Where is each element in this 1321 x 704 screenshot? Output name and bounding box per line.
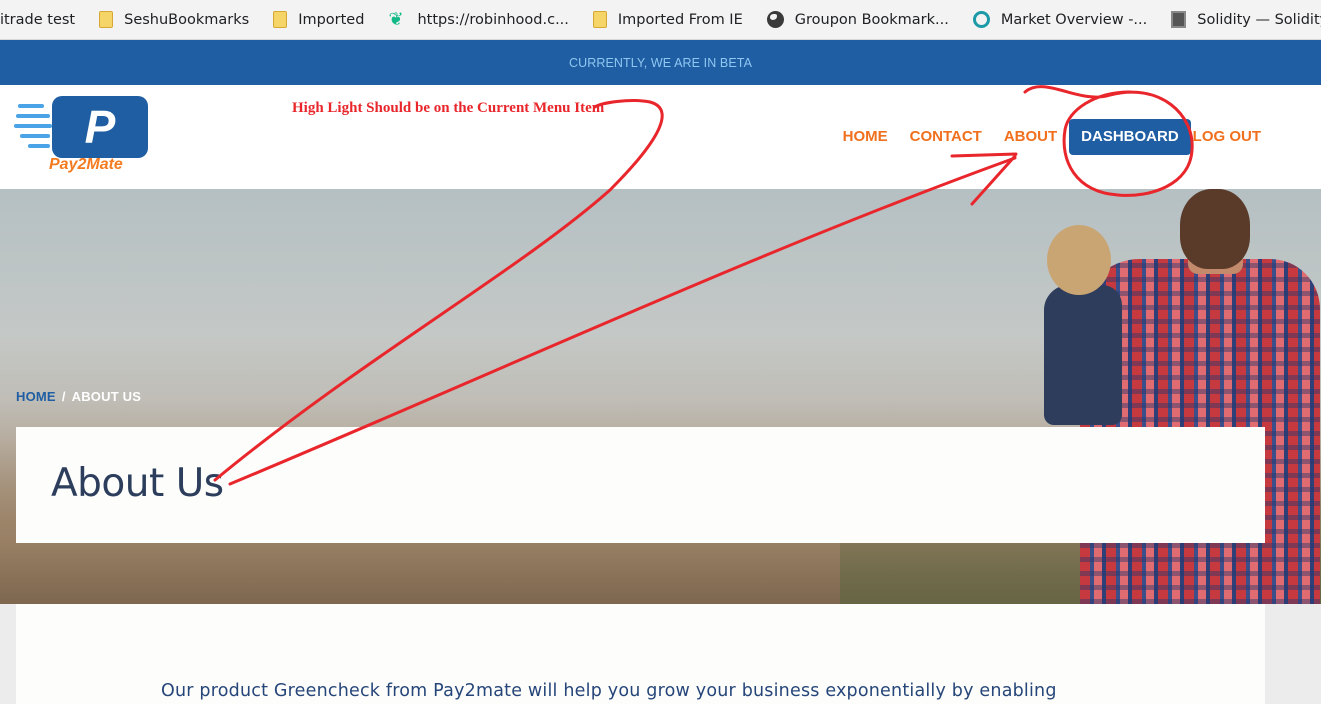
hero-person-head <box>1180 189 1250 269</box>
bookmark-item[interactable]: Market Overview -... <box>972 0 1148 39</box>
feather-icon: ❦ <box>388 8 404 30</box>
site-logo[interactable]: P Pay2Mate <box>14 94 154 180</box>
hero-banner: HOME / ABOUT US About Us <box>0 189 1321 604</box>
speed-line <box>18 104 44 108</box>
bookmark-item[interactable]: Solidity — Solidity... <box>1171 0 1321 39</box>
breadcrumb: HOME / ABOUT US <box>16 389 141 404</box>
bookmark-item[interactable]: ritrade test <box>0 0 76 39</box>
bookmark-label: Market Overview -... <box>1000 11 1148 28</box>
speed-line <box>28 144 50 148</box>
bookmark-label: Groupon Bookmark... <box>794 11 949 28</box>
hero-child-body <box>1044 285 1122 425</box>
bookmark-label: Imported <box>298 11 365 28</box>
content-card: Our product Greencheck from Pay2mate wil… <box>16 604 1265 704</box>
intro-paragraph: Our product Greencheck from Pay2mate wil… <box>161 681 1057 701</box>
beta-banner: CURRENTLY, WE ARE IN BETA <box>0 40 1321 85</box>
folder-icon <box>99 11 114 28</box>
speed-line <box>20 134 50 138</box>
nav-about[interactable]: ABOUT <box>1004 119 1057 155</box>
bookmark-item[interactable]: Imported From IE <box>592 0 743 39</box>
bookmark-item[interactable]: Imported <box>273 0 365 39</box>
speed-line <box>14 124 52 128</box>
site-header: P Pay2Mate High Light Should be on the C… <box>0 85 1321 189</box>
breadcrumb-current: ABOUT US <box>71 389 142 404</box>
folder-icon <box>592 11 607 28</box>
bookmark-item[interactable]: ❦ https://robinhood.c... <box>388 0 569 39</box>
page-title: About Us <box>51 461 224 506</box>
breadcrumb-home[interactable]: HOME <box>16 389 56 404</box>
market-icon <box>972 11 990 28</box>
solidity-icon <box>1171 11 1187 28</box>
speed-line <box>16 114 50 118</box>
bookmark-label: SeshuBookmarks <box>124 11 250 28</box>
bookmark-label: Imported From IE <box>617 11 743 28</box>
page-title-card: About Us <box>16 427 1265 543</box>
bookmark-label: Solidity — Solidity... <box>1197 11 1321 28</box>
bookmark-item[interactable]: Groupon Bookmark... <box>766 0 949 39</box>
nav-dashboard[interactable]: DASHBOARD <box>1069 119 1191 155</box>
nav-contact[interactable]: CONTACT <box>910 119 982 155</box>
hero-child-head <box>1047 225 1111 295</box>
annotation-note: High Light Should be on the Current Menu… <box>292 100 605 116</box>
folder-icon <box>273 11 288 28</box>
bookmark-label: https://robinhood.c... <box>417 11 569 28</box>
main-nav: HOME CONTACT ABOUT DASHBOARD LOG OUT <box>821 119 1261 155</box>
breadcrumb-separator: / <box>61 389 66 404</box>
globe-icon <box>766 11 784 28</box>
logo-wordmark: Pay2Mate <box>49 156 123 173</box>
logo-mark: P <box>52 96 148 158</box>
beta-banner-text: CURRENTLY, WE ARE IN BETA <box>568 55 753 70</box>
bookmarks-bar: ritrade test SeshuBookmarks Imported ❦ h… <box>0 0 1321 40</box>
bookmark-item[interactable]: SeshuBookmarks <box>99 0 250 39</box>
nav-logout[interactable]: LOG OUT <box>1193 119 1261 155</box>
bookmark-label: ritrade test <box>0 11 76 28</box>
nav-home[interactable]: HOME <box>843 119 888 155</box>
